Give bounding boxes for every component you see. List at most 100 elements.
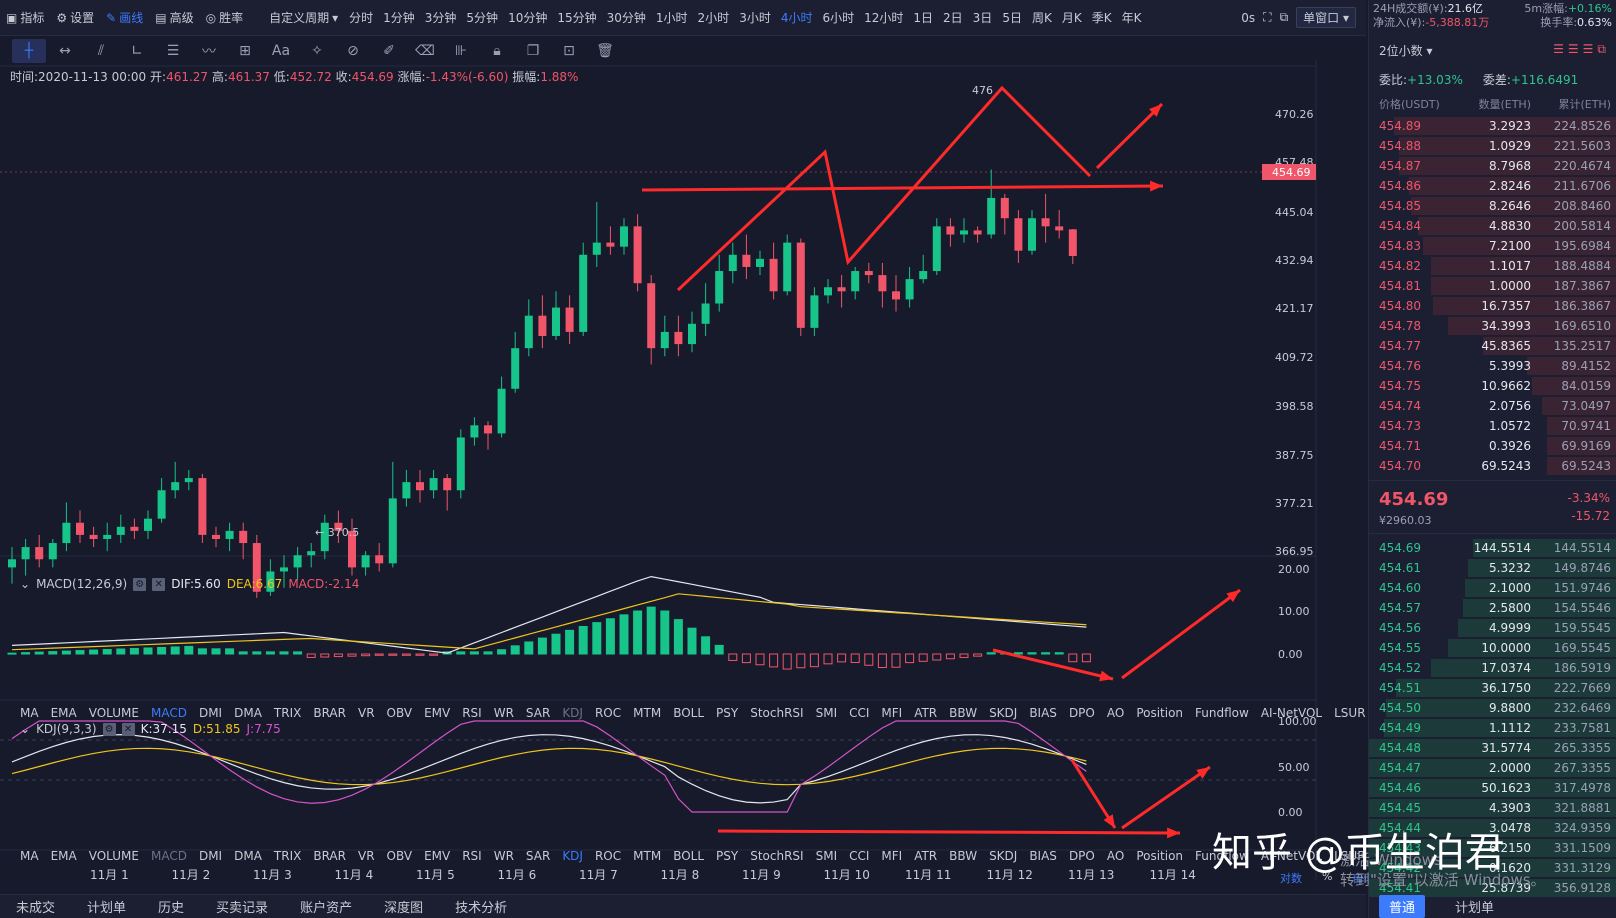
timeframe-2[interactable]: 3分钟 xyxy=(420,9,462,26)
indicator-tab-trix[interactable]: TRIX xyxy=(268,849,307,863)
ask-row[interactable]: 454.75 10.9662 84.0159 xyxy=(1369,376,1616,396)
bid-row[interactable]: 454.51 36.1750 222.7669 xyxy=(1369,678,1616,698)
close-icon[interactable]: ✕ xyxy=(152,577,166,591)
indicator-tab-bbw[interactable]: BBW xyxy=(943,849,983,863)
indicator-tab-ema[interactable]: EMA xyxy=(45,849,83,863)
indicator-tab-roc[interactable]: ROC xyxy=(589,849,627,863)
timeframe-10[interactable]: 4小时 xyxy=(776,9,818,26)
bottom-tab-1[interactable]: 计划单 xyxy=(71,897,142,916)
indicator-tab-roc[interactable]: ROC xyxy=(589,706,627,720)
indicator-tab-ao[interactable]: AO xyxy=(1101,706,1130,720)
indicator-tab-atr[interactable]: ATR xyxy=(908,849,943,863)
bottom-tab-6[interactable]: 技术分析 xyxy=(439,897,523,916)
plan-order-tab[interactable]: 计划单 xyxy=(1455,897,1494,916)
ask-row[interactable]: 454.88 1.0929 221.5603 xyxy=(1369,136,1616,156)
indicator-tab-fundflow[interactable]: Fundflow xyxy=(1189,706,1255,720)
collapse-icon[interactable]: ⌄ xyxy=(20,722,30,736)
settings-button[interactable]: ⚙ 设置 xyxy=(50,9,100,26)
timeframe-3[interactable]: 5分钟 xyxy=(461,9,503,26)
timeframe-4[interactable]: 10分钟 xyxy=(503,9,552,26)
timeframe-16[interactable]: 5日 xyxy=(997,9,1027,26)
timeframe-5[interactable]: 15分钟 xyxy=(552,9,601,26)
ask-row[interactable]: 454.86 2.8246 211.6706 xyxy=(1369,176,1616,196)
indicator-tab-emv[interactable]: EMV xyxy=(418,706,456,720)
bid-row[interactable]: 454.69 144.5514 144.5514 xyxy=(1369,538,1616,558)
indicator-tab-position[interactable]: Position xyxy=(1130,849,1189,863)
indicator-tab-dma[interactable]: DMA xyxy=(228,849,268,863)
bid-row[interactable]: 454.56 4.9999 159.5545 xyxy=(1369,618,1616,638)
indicator-tab-rsi[interactable]: RSI xyxy=(456,706,488,720)
bottom-tab-2[interactable]: 历史 xyxy=(142,897,200,916)
indicator-tab-dpo[interactable]: DPO xyxy=(1063,706,1101,720)
indicator-tab-psy[interactable]: PSY xyxy=(710,706,744,720)
ask-row[interactable]: 454.85 8.2646 208.8460 xyxy=(1369,196,1616,216)
bottom-tab-5[interactable]: 深度图 xyxy=(368,897,439,916)
ask-row[interactable]: 454.84 4.8830 200.5814 xyxy=(1369,216,1616,236)
indicator-tab-rsi[interactable]: RSI xyxy=(456,849,488,863)
timeframe-7[interactable]: 1小时 xyxy=(651,9,693,26)
bid-row[interactable]: 454.49 1.1112 233.7581 xyxy=(1369,718,1616,738)
timeframe-20[interactable]: 年K xyxy=(1117,9,1147,26)
indicator-tab-wr[interactable]: WR xyxy=(488,849,520,863)
indicator-tab-obv[interactable]: OBV xyxy=(381,706,419,720)
timeframe-6[interactable]: 30分钟 xyxy=(602,9,651,26)
timeframe-11[interactable]: 6小时 xyxy=(817,9,859,26)
indicator-tab-cci[interactable]: CCI xyxy=(843,849,875,863)
indicator-tab-boll[interactable]: BOLL xyxy=(667,706,710,720)
timeframe-19[interactable]: 季K xyxy=(1087,9,1117,26)
indicator-tab-brar[interactable]: BRAR xyxy=(307,706,352,720)
indicator-tab-position[interactable]: Position xyxy=(1130,706,1189,720)
indicator-tab-obv[interactable]: OBV xyxy=(381,849,419,863)
ask-row[interactable]: 454.80 16.7357 186.3867 xyxy=(1369,296,1616,316)
bid-row[interactable]: 454.60 2.1000 151.9746 xyxy=(1369,578,1616,598)
indicator-tab-stochrsi[interactable]: StochRSI xyxy=(744,849,809,863)
bid-row[interactable]: 454.57 2.5800 154.5546 xyxy=(1369,598,1616,618)
indicator-tab-ma[interactable]: MA xyxy=(14,849,45,863)
window-mode-dropdown[interactable]: 单窗口 ▾ xyxy=(1296,7,1356,28)
indicator-tab-sar[interactable]: SAR xyxy=(520,849,556,863)
gear-icon[interactable]: ⚙ xyxy=(133,577,147,591)
bottom-tab-4[interactable]: 账户资产 xyxy=(284,897,368,916)
indicator-tab-cci[interactable]: CCI xyxy=(843,706,875,720)
indicator-tab-bias[interactable]: BIAS xyxy=(1023,849,1063,863)
indicator-tab-bbw[interactable]: BBW xyxy=(943,706,983,720)
fullscreen-icon[interactable]: ⛶ xyxy=(1263,10,1271,25)
timeframe-13[interactable]: 1日 xyxy=(908,9,938,26)
kline-chart[interactable]: 470.26457.48445.04432.94421.17409.72398.… xyxy=(0,60,1366,880)
ask-row[interactable]: 454.89 3.2923 224.8526 xyxy=(1369,116,1616,136)
indicator-tab-skdj[interactable]: SKDJ xyxy=(983,706,1023,720)
bid-row[interactable]: 454.45 4.3903 321.8881 xyxy=(1369,798,1616,818)
timeframe-8[interactable]: 2小时 xyxy=(693,9,735,26)
indicator-tab-dmi[interactable]: DMI xyxy=(193,849,228,863)
indicator-tab-dpo[interactable]: DPO xyxy=(1063,849,1101,863)
draw-line-button[interactable]: ✎ 画线 xyxy=(100,9,149,26)
ask-row[interactable]: 454.83 7.2100 195.6984 xyxy=(1369,236,1616,256)
timeframe-17[interactable]: 周K xyxy=(1027,9,1057,26)
timeframe-14[interactable]: 2日 xyxy=(938,9,968,26)
indicator-tab-ema[interactable]: EMA xyxy=(45,706,83,720)
book-layout-icons[interactable]: ☰☰☰⧉ xyxy=(1553,42,1610,59)
indicator-tab-mfi[interactable]: MFI xyxy=(875,706,908,720)
gear-icon[interactable]: ⚙ xyxy=(102,722,116,736)
indicator-tab-smi[interactable]: SMI xyxy=(810,849,844,863)
indicator-tab-wr[interactable]: WR xyxy=(488,706,520,720)
indicator-tab-kdj[interactable]: KDJ xyxy=(556,849,589,863)
bid-row[interactable]: 454.61 5.3232 149.8746 xyxy=(1369,558,1616,578)
indicator-tab-macd[interactable]: MACD xyxy=(145,706,193,720)
indicator-tab-lsur[interactable]: LSUR xyxy=(1328,706,1371,720)
bid-row[interactable]: 454.52 17.0374 186.5919 xyxy=(1369,658,1616,678)
timeframe-15[interactable]: 3日 xyxy=(968,9,998,26)
close-icon[interactable]: ✕ xyxy=(121,722,135,736)
indicator-tab-trix[interactable]: TRIX xyxy=(268,706,307,720)
timeframe-0[interactable]: 分时 xyxy=(344,9,378,26)
indicator-tab-kdj[interactable]: KDJ xyxy=(556,706,589,720)
indicator-tab-emv[interactable]: EMV xyxy=(418,849,456,863)
indicator-tab-ai-netvol[interactable]: AI-NetVOL xyxy=(1255,706,1328,720)
bid-row[interactable]: 454.55 10.0000 169.5545 xyxy=(1369,638,1616,658)
ask-row[interactable]: 454.71 0.3926 69.9169 xyxy=(1369,436,1616,456)
bid-row[interactable]: 454.46 50.1623 317.4978 xyxy=(1369,778,1616,798)
bottom-tab-0[interactable]: 未成交 xyxy=(0,897,71,916)
indicator-tab-atr[interactable]: ATR xyxy=(908,706,943,720)
screenshot-icon[interactable]: ⧉ xyxy=(1280,10,1289,25)
indicator-tab-volume[interactable]: VOLUME xyxy=(83,706,145,720)
